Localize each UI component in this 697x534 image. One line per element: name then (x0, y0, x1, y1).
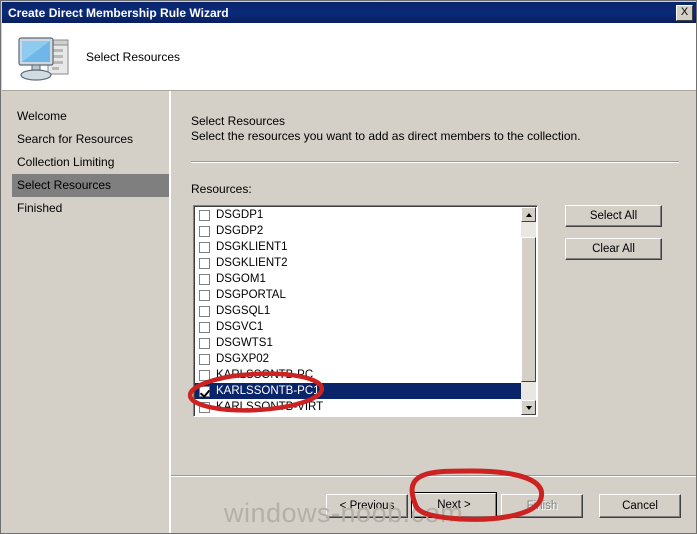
page-title: Select Resources (191, 114, 286, 128)
list-item-label: DSGKLIENT1 (216, 241, 288, 253)
checkbox-icon[interactable] (199, 353, 210, 365)
checkbox-icon[interactable] (199, 241, 210, 253)
list-item-label: DSGDP1 (216, 209, 264, 221)
checkbox-icon[interactable] (199, 321, 210, 333)
scrollbar-thumb[interactable] (521, 237, 536, 382)
list-item[interactable]: DSGWTS1 (195, 335, 523, 351)
list-item[interactable]: DSGOM1 (195, 271, 523, 287)
list-item-label: KARLSSONTB-PC1 (216, 385, 320, 397)
list-item-label: KARLSSONTB-VIRT (216, 401, 324, 413)
banner: Select Resources (2, 23, 696, 91)
scroll-down-icon[interactable] (521, 400, 536, 415)
checkbox-icon[interactable] (199, 273, 210, 285)
footer-divider (171, 475, 696, 477)
next-button[interactable]: Next > (411, 492, 497, 518)
previous-button[interactable]: < Previous (326, 494, 408, 518)
sidebar-item-select-resources[interactable]: Select Resources (12, 174, 169, 197)
select-all-button[interactable]: Select All (565, 205, 662, 227)
list-item-label: DSGXP02 (216, 353, 270, 365)
arrow-up-glyph (525, 212, 532, 217)
finish-button: Finish (501, 494, 583, 518)
close-icon[interactable]: X (676, 4, 693, 21)
checkbox-icon[interactable] (199, 337, 210, 349)
list-item-label: DSGOM1 (216, 273, 266, 285)
banner-heading: Select Resources (86, 49, 181, 64)
cancel-button[interactable]: Cancel (599, 494, 681, 518)
list-item[interactable]: DSGKLIENT1 (195, 239, 523, 255)
list-item[interactable]: KARLSSONTB-PC (195, 367, 523, 383)
list-item[interactable]: DSGPORTAL (195, 287, 523, 303)
list-item[interactable]: DSGKLIENT2 (195, 255, 523, 271)
computer-icon (14, 30, 76, 84)
list-item-label: DSGDP2 (216, 225, 264, 237)
next-button-label: Next > (412, 493, 496, 517)
list-item-label: DSGSQL1 (216, 305, 271, 317)
list-item[interactable]: DSGDP2 (195, 223, 523, 239)
resources-scrollbar[interactable] (521, 207, 536, 415)
list-item-label: DSGPORTAL (216, 289, 286, 301)
sidebar-item-collection-limiting[interactable]: Collection Limiting (2, 151, 169, 174)
resources-listbox[interactable]: DSGDP1 DSGDP2 DSGKLIENT1 DSGKLIENT2 DSGOM1 DS… (193, 205, 538, 417)
sidebar-item-search-for-resources[interactable]: Search for Resources (2, 128, 169, 151)
checkbox-icon[interactable] (199, 401, 210, 413)
content-panel: Select Resources Select the resources yo… (171, 91, 696, 533)
list-item[interactable]: KARLSSONTB-VIRT (195, 399, 523, 415)
wizard-window: Create Direct Membership Rule Wizard X S… (0, 0, 697, 534)
sidebar-item-welcome[interactable]: Welcome (2, 105, 169, 128)
list-item[interactable]: DSGDP1 (195, 207, 523, 223)
list-item[interactable]: DSGVC1 (195, 319, 523, 335)
resources-list: DSGDP1 DSGDP2 DSGKLIENT1 DSGKLIENT2 DSGOM1 DS… (195, 207, 523, 415)
list-item[interactable]: DSGSQL1 (195, 303, 523, 319)
list-item-label: DSGVC1 (216, 321, 264, 333)
sidebar-list: Welcome Search for Resources Collection Li… (2, 91, 169, 220)
page-description: Select the resources you want to add as … (191, 129, 581, 143)
scroll-up-icon[interactable] (521, 207, 536, 222)
checkbox-icon[interactable] (199, 369, 210, 381)
checkbox-icon[interactable] (199, 209, 210, 221)
list-item-label: DSGKLIENT2 (216, 257, 288, 269)
checkbox-icon[interactable] (199, 305, 210, 317)
wizard-steps-sidebar: Welcome Search for Resources Collection Li… (2, 91, 169, 499)
checkbox-icon[interactable] (199, 289, 210, 301)
resources-label: Resources: (191, 182, 252, 196)
sidebar-item-finished[interactable]: Finished (2, 197, 169, 220)
window-title: Create Direct Membership Rule Wizard (8, 5, 229, 20)
list-item[interactable]: DSGXP02 (195, 351, 523, 367)
clear-all-button[interactable]: Clear All (565, 238, 662, 260)
checkbox-checked-icon[interactable] (199, 385, 210, 397)
list-item-label: KARLSSONTB-PC (216, 369, 314, 381)
checkbox-icon[interactable] (199, 225, 210, 237)
list-item[interactable]: KARLSSONTB-PC1 (195, 383, 523, 399)
list-item-label: DSGWTS1 (216, 337, 273, 349)
header-divider (191, 161, 679, 163)
arrow-down-glyph (525, 405, 532, 410)
checkbox-icon[interactable] (199, 257, 210, 269)
title-bar: Create Direct Membership Rule Wizard X (2, 2, 696, 23)
